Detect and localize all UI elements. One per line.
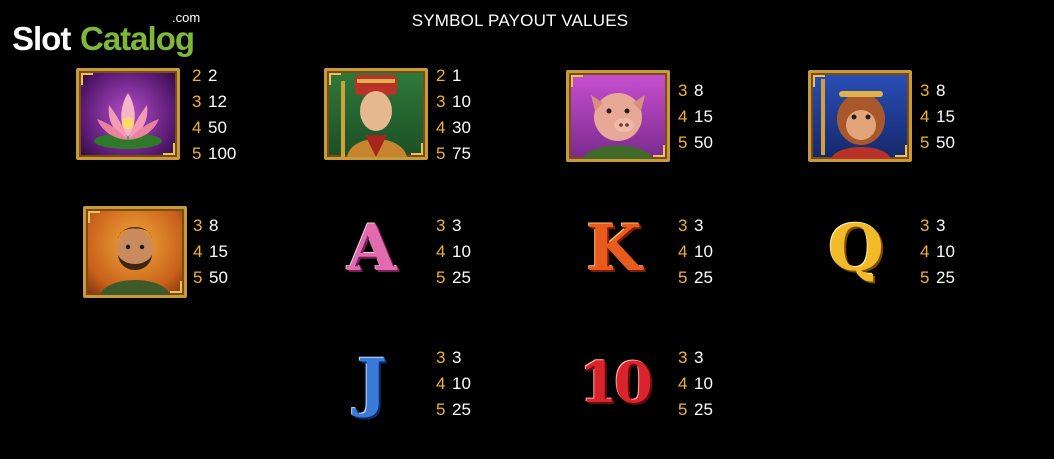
letter-j-icon: J (356, 345, 388, 420)
payout-row: 22 (192, 66, 218, 85)
payout-row: 5 25 (920, 268, 955, 287)
payout-list: 33 4 10 5 25 (678, 345, 713, 423)
page-title: SYMBOL PAYOUT VALUES (411, 11, 629, 30)
payout-row: 5 25 (678, 400, 713, 419)
payout-row: 5 75 (436, 144, 471, 163)
letter-a-icon: A (347, 211, 397, 286)
number-ten-icon: 10 (579, 350, 653, 416)
payout-row: 33 (678, 216, 704, 235)
payout-row: 5 50 (678, 133, 713, 152)
payout-row: 4 10 (436, 374, 471, 393)
monkey-king-portrait-icon (808, 70, 912, 162)
payout-row: 5 25 (678, 268, 713, 287)
payout-list: 22 3 12 4 50 5 100 (192, 63, 236, 167)
payout-row: 4 15 (193, 242, 228, 261)
payout-row: 4 10 (678, 242, 713, 261)
payout-row: 4 10 (920, 242, 955, 261)
payout-row: 5 25 (436, 268, 471, 287)
payout-row: 38 (920, 81, 946, 100)
monk-portrait-icon (324, 68, 428, 160)
payout-row: 33 (436, 216, 462, 235)
payout-row: 4 10 (436, 242, 471, 261)
payout-row: 38 (193, 216, 219, 235)
warrior-portrait-icon (83, 206, 187, 298)
payout-list: 38 4 15 5 50 (678, 78, 713, 156)
payout-row: 4 15 (920, 107, 955, 126)
payout-row: 33 (678, 348, 704, 367)
payout-row: 5 25 (436, 400, 471, 419)
payout-row: 4 10 (678, 374, 713, 393)
payout-list: 38 4 15 5 50 (920, 78, 955, 156)
payout-row: 4 30 (436, 118, 471, 137)
payout-row: 5 50 (920, 133, 955, 152)
payout-list: 38 4 15 5 50 (193, 213, 228, 291)
payout-row: 33 (436, 348, 462, 367)
payout-list: 33 4 10 5 25 (436, 213, 471, 291)
payout-list: 33 4 10 5 25 (920, 213, 955, 291)
payout-row: 38 (678, 81, 704, 100)
pig-portrait-icon (566, 70, 670, 162)
payout-row: 3 10 (436, 92, 471, 111)
payout-list: 21 3 10 4 30 5 75 (436, 63, 471, 167)
payout-row: 21 (436, 66, 462, 85)
payout-row: 5 50 (193, 268, 228, 287)
payout-list: 33 4 10 5 25 (678, 213, 713, 291)
payout-row: 5 100 (192, 144, 237, 163)
letter-q-icon: Q (828, 211, 884, 286)
payout-list: 33 4 10 5 25 (436, 345, 471, 423)
payout-row: 4 50 (192, 118, 227, 137)
payout-row: 4 15 (678, 107, 713, 126)
letter-k-icon: K (586, 211, 642, 286)
payout-row: 33 (920, 216, 946, 235)
lotus-flower-icon (76, 68, 180, 160)
payout-row: 3 12 (192, 92, 227, 111)
